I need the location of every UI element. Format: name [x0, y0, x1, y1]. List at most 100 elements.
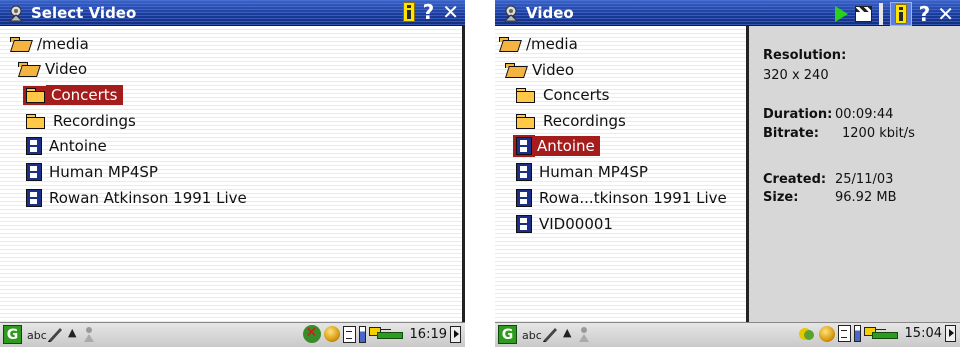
folder-open-icon [505, 62, 525, 78]
list-item-label: Antoine [532, 136, 600, 156]
list-item-label: Concerts [543, 86, 610, 104]
film-icon [26, 189, 42, 207]
list-item-label: Rowan Atkinson 1991 Live [49, 189, 247, 207]
home-button[interactable]: G [498, 325, 517, 344]
film-icon [26, 163, 42, 181]
resolution-label: Resolution: [763, 48, 847, 63]
film-icon [516, 163, 532, 181]
app-icon [8, 5, 24, 22]
video-screen: Video ? ✕ /media Video Concerts Recordin… [495, 0, 960, 347]
pen-icon[interactable] [46, 325, 64, 343]
cancel-icon[interactable] [302, 325, 321, 343]
info-button[interactable] [889, 2, 912, 26]
list-item-label: /media [37, 35, 89, 53]
help-button[interactable]: ? [919, 4, 931, 24]
connection-icon [798, 326, 816, 342]
list-item[interactable]: Video [18, 57, 87, 81]
clock: 15:04 [904, 326, 942, 341]
list-item[interactable]: Recordings [26, 109, 136, 133]
list-item[interactable]: Human MP4SP [26, 160, 158, 184]
list-item-label: Human MP4SP [49, 163, 158, 181]
list-item-label: Rowa...tkinson 1991 Live [539, 189, 727, 207]
folder-icon [516, 113, 536, 129]
play-arrow-button[interactable] [450, 325, 461, 343]
size-value: 96.92 MB [835, 190, 897, 205]
film-icon [516, 215, 532, 233]
folder-open-icon [10, 36, 30, 52]
volume-level-icon [358, 325, 366, 343]
pen-icon[interactable] [541, 325, 559, 343]
clipboard-icon [837, 325, 851, 342]
select-video-screen: Select Video ? ✕ /media Video Concerts R… [0, 0, 465, 347]
created-label: Created: [763, 172, 827, 187]
created-value: 25/11/03 [835, 172, 894, 187]
list-item[interactable]: /media [499, 32, 578, 56]
bitrate-label: Bitrate: [763, 126, 819, 141]
folder-icon [23, 85, 49, 105]
film-icon [513, 135, 535, 157]
folder-icon [516, 87, 536, 103]
close-button[interactable]: ✕ [442, 2, 459, 22]
list-item[interactable]: Video [505, 58, 574, 82]
folder-open-icon [499, 36, 519, 52]
app-icon [503, 5, 519, 22]
list-item-selected[interactable]: Antoine [513, 134, 600, 158]
list-item[interactable]: Human MP4SP [516, 160, 648, 184]
status-bar: G abc ▲ 15:04 [495, 322, 960, 347]
resolution-value: 320 x 240 [763, 68, 829, 83]
up-arrow-icon[interactable]: ▲ [68, 326, 76, 339]
bitrate-value: 1200 kbit/s [842, 126, 915, 141]
help-button[interactable]: ? [423, 2, 435, 22]
list-item-label: Human MP4SP [539, 163, 648, 181]
list-item-label: Antoine [49, 137, 107, 155]
list-item[interactable]: Concerts [516, 83, 610, 107]
list-item-label: Recordings [53, 112, 136, 130]
globe-icon [818, 325, 835, 342]
close-button[interactable]: ✕ [937, 4, 954, 24]
list-item-selected[interactable]: Concerts [23, 83, 123, 107]
duration-value: 00:09:44 [835, 107, 894, 122]
folder-icon [26, 113, 46, 129]
list-item-label: Video [45, 60, 88, 78]
file-list[interactable]: /media Video Concerts Recordings Antoine… [495, 26, 749, 323]
folder-open-icon [18, 61, 38, 77]
file-list[interactable]: /media Video Concerts Recordings Antoine… [0, 26, 465, 323]
person-icon [579, 327, 589, 342]
window-title: Video [526, 4, 574, 22]
status-bar: G abc ▲ 16:19 [0, 322, 465, 347]
list-item-label: /media [526, 35, 578, 53]
globe-icon [323, 326, 340, 342]
list-item[interactable]: /media [10, 32, 89, 56]
size-label: Size: [763, 190, 799, 205]
list-item[interactable]: Antoine [26, 134, 107, 158]
home-button[interactable]: G [3, 325, 22, 344]
title-bar: Video ? ✕ [495, 0, 960, 26]
list-item-label: Recordings [543, 112, 626, 130]
list-item[interactable]: VID00001 [516, 212, 613, 236]
title-bar: Select Video ? ✕ [0, 0, 465, 26]
film-icon [26, 137, 42, 155]
window-title: Select Video [31, 4, 137, 22]
file-info-panel: Resolution: 320 x 240 Duration: 00:09:44… [749, 26, 960, 323]
play-icon[interactable] [834, 6, 848, 22]
text-input-mode[interactable]: abc [522, 329, 542, 342]
list-item[interactable]: Recordings [516, 109, 626, 133]
film-icon [516, 189, 532, 207]
play-arrow-button[interactable] [945, 325, 956, 342]
list-item-label: Video [532, 61, 575, 79]
clapperboard-icon[interactable] [854, 6, 872, 22]
up-arrow-icon[interactable]: ▲ [563, 326, 571, 339]
list-item[interactable]: Rowan Atkinson 1991 Live [26, 186, 247, 210]
clipboard-icon [342, 325, 356, 343]
separator [878, 3, 883, 25]
volume-level-icon [853, 325, 861, 342]
list-item-label: Concerts [46, 85, 123, 105]
info-icon[interactable] [402, 2, 415, 22]
duration-label: Duration: [763, 107, 833, 122]
text-input-mode[interactable]: abc [27, 329, 47, 342]
battery-charging-icon [863, 326, 900, 341]
list-item-label: VID00001 [539, 215, 613, 233]
person-icon [84, 327, 94, 342]
list-item[interactable]: Rowa...tkinson 1991 Live [516, 186, 727, 210]
clock: 16:19 [409, 326, 447, 342]
